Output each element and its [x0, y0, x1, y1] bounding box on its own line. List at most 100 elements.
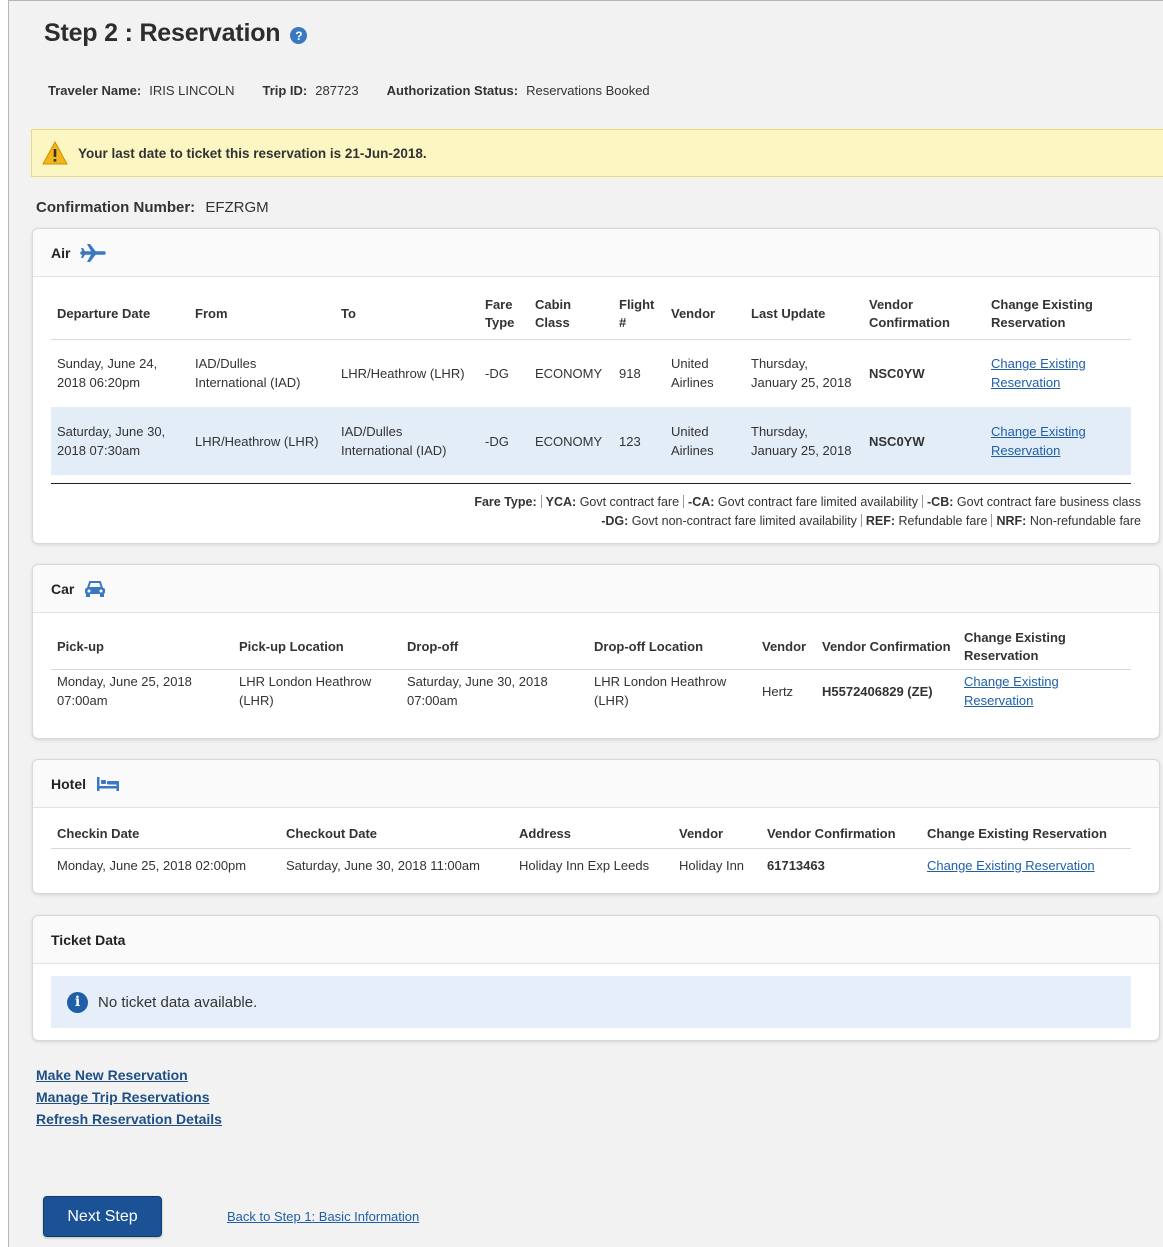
col-departure-date: Departure Date — [51, 289, 189, 340]
ticket-data-panel-header: Ticket Data — [33, 916, 1159, 964]
pick-up: Monday, June 25, 2018 07:00am — [57, 674, 192, 709]
traveler-name-value: IRIS LINCOLN — [149, 83, 235, 98]
col-drop-off-location: Drop-off Location — [588, 625, 756, 670]
col-vendor-confirmation: Vendor Confirmation — [761, 820, 921, 849]
hotel-table: Checkin Date Checkout Date Address Vendo… — [51, 820, 1131, 882]
table-row: Sunday, June 24, 2018 06:20pm IAD/Dulles… — [51, 339, 1131, 407]
drop-off-location: LHR London Heathrow (LHR) — [594, 674, 727, 709]
fare-type: -DG — [485, 365, 509, 381]
checkin-date: Monday, June 25, 2018 02:00pm — [57, 857, 247, 873]
col-vendor: Vendor — [665, 289, 745, 340]
cabin-class: ECONOMY — [535, 365, 603, 381]
col-from: From — [189, 289, 335, 340]
col-change-reservation: Change Existing Reservation — [958, 625, 1131, 670]
change-existing-reservation-link[interactable]: Change Existing Reservation — [991, 356, 1086, 390]
checkout-date: Saturday, June 30, 2018 11:00am — [286, 857, 480, 873]
address: Holiday Inn Exp Leeds — [519, 857, 650, 873]
page-frame: Step 2 : Reservation ? Traveler Name: IR… — [8, 0, 1163, 1247]
col-change-reservation: Change Existing Reservation — [921, 820, 1131, 849]
air-table-header: Departure Date From To Fare Type Cabin C… — [51, 289, 1131, 340]
warning-triangle-icon — [42, 141, 68, 165]
hotel-panel: Hotel Checkin Date Checkout Date Address… — [32, 759, 1160, 894]
trip-meta: Traveler Name: IRIS LINCOLN Trip ID: 287… — [48, 83, 678, 98]
air-panel-header: Air — [33, 229, 1159, 277]
fare-code: REF: — [865, 514, 896, 528]
air-table: Departure Date From To Fare Type Cabin C… — [51, 289, 1131, 475]
fare-desc: Non-refundable fare — [1029, 514, 1141, 528]
car-table-header: Pick-up Pick-up Location Drop-off Drop-o… — [51, 625, 1131, 670]
car-panel-header: Car — [33, 565, 1159, 613]
hotel-table-header: Checkin Date Checkout Date Address Vendo… — [51, 820, 1131, 849]
car-panel-title: Car — [51, 580, 75, 597]
col-checkout-date: Checkout Date — [280, 820, 513, 849]
col-drop-off: Drop-off — [401, 625, 588, 670]
confirmation-number: Confirmation Number: EFZRGM — [36, 199, 269, 216]
table-row: Monday, June 25, 2018 02:00pm Saturday, … — [51, 848, 1131, 882]
to: LHR/Heathrow (LHR) — [341, 365, 465, 381]
departure-date: Sunday, June 24, 2018 06:20pm — [57, 356, 158, 391]
flight-number: 918 — [619, 365, 641, 381]
fare-code: -CB: — [927, 495, 954, 509]
change-existing-reservation-link[interactable]: Change Existing Reservation — [927, 858, 1095, 873]
refresh-reservation-details-link[interactable]: Refresh Reservation Details — [36, 1111, 222, 1127]
fare-code: -CA: — [688, 495, 715, 509]
fare-type: -DG — [479, 407, 529, 475]
back-to-step-1-link[interactable]: Back to Step 1: Basic Information — [227, 1209, 419, 1224]
fare-desc: Govt non-contract fare limited availabil… — [631, 514, 857, 528]
col-vendor-confirmation: Vendor Confirmation — [816, 625, 958, 670]
col-vendor: Vendor — [756, 625, 816, 670]
ticket-data-panel: Ticket Data i No ticket data available. — [32, 915, 1160, 1041]
vendor-confirmation: H5572406829 (ZE) — [822, 683, 933, 699]
car-panel: Car Pick-up Pick-up Location Drop-off Dr… — [32, 564, 1160, 739]
trip-id-label: Trip ID: — [262, 83, 308, 98]
col-flight-number: Flight # — [613, 289, 665, 340]
change-existing-reservation-link[interactable]: Change Existing Reservation — [991, 424, 1086, 458]
title-row: Step 2 : Reservation ? — [44, 19, 308, 48]
hotel-panel-title: Hotel — [51, 775, 86, 792]
table-row: Monday, June 25, 2018 07:00am LHR London… — [51, 669, 1131, 713]
fare-code: -DG: — [601, 514, 629, 528]
from: IAD/Dulles International (IAD) — [195, 356, 301, 391]
trip-id-value: 287723 — [315, 83, 359, 98]
pick-up-location: LHR London Heathrow (LHR) — [239, 674, 372, 709]
ticket-data-title: Ticket Data — [51, 931, 126, 948]
vendor: United Airlines — [671, 356, 714, 391]
ticket-info-message: i No ticket data available. — [51, 976, 1131, 1028]
fare-type-legend: Fare Type: YCA: Govt contract fare -CA: Go… — [474, 493, 1141, 531]
ticket-info-text: No ticket data available. — [98, 993, 258, 1011]
last-update: Thursday, January 25, 2018 — [745, 407, 863, 475]
col-change-reservation: Change Existing Reservation — [985, 289, 1131, 340]
col-fare-type: Fare Type — [479, 289, 529, 340]
traveler-name-label: Traveler Name: — [48, 83, 142, 98]
fare-desc: Refundable fare — [898, 514, 988, 528]
authorization-status-value: Reservations Booked — [526, 83, 650, 98]
manage-trip-reservations-link[interactable]: Manage Trip Reservations — [36, 1089, 222, 1105]
airplane-icon — [80, 243, 107, 263]
next-step-button[interactable]: Next Step — [43, 1196, 162, 1237]
page-title: Step 2 : Reservation — [44, 19, 281, 47]
table-row: Saturday, June 30, 2018 07:30am LHR/Heat… — [51, 407, 1131, 475]
fare-desc: Govt contract fare limited availability — [717, 495, 919, 509]
fare-legend-label: Fare Type: — [474, 495, 537, 509]
make-new-reservation-link[interactable]: Make New Reservation — [36, 1067, 222, 1083]
change-existing-reservation-link[interactable]: Change Existing Reservation — [964, 674, 1059, 708]
fare-code: NRF: — [996, 514, 1027, 528]
question-circle-icon[interactable]: ? — [290, 27, 308, 44]
cabin-class: ECONOMY — [529, 407, 613, 475]
car-table: Pick-up Pick-up Location Drop-off Drop-o… — [51, 625, 1131, 713]
air-panel-title: Air — [51, 244, 71, 261]
col-address: Address — [513, 820, 673, 849]
departure-date: Saturday, June 30, 2018 07:30am — [51, 407, 189, 475]
air-panel: Air Departure Date From To Fare Type Cab… — [32, 228, 1160, 544]
col-to: To — [335, 289, 479, 340]
authorization-status-label: Authorization Status: — [386, 83, 519, 98]
reservation-actions: Make New Reservation Manage Trip Reserva… — [36, 1067, 222, 1127]
confirmation-number-value: EFZRGM — [205, 199, 269, 216]
last-update: Thursday, January 25, 2018 — [751, 356, 852, 391]
warning-text: Your last date to ticket this reservatio… — [78, 145, 427, 161]
fare-desc: Govt contract fare business class — [956, 495, 1141, 509]
car-icon — [84, 580, 106, 598]
hotel-panel-header: Hotel — [33, 760, 1159, 808]
vendor: Holiday Inn — [679, 857, 745, 873]
to: IAD/Dulles International (IAD) — [335, 407, 479, 475]
